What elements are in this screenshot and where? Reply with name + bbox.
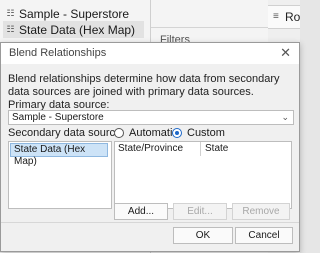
datasource-label: State Data (Hex Map) (19, 22, 136, 37)
dialog-titlebar[interactable]: Blend Relationships ✕ (1, 43, 299, 64)
rows-shelf[interactable]: ≡ Ro (268, 5, 300, 29)
ok-button[interactable]: OK (173, 227, 233, 244)
database-icon: ☷ (6, 24, 15, 34)
primary-source-select[interactable]: Sample - Superstore ⌄ (8, 110, 294, 125)
close-icon[interactable]: ✕ (280, 45, 291, 61)
dialog-footer-divider (1, 222, 299, 223)
dialog-title: Blend Relationships (9, 47, 107, 59)
database-icon: ☷ (6, 8, 15, 18)
radio-circle-selected (172, 128, 182, 138)
pages-divider (151, 27, 268, 28)
datasource-label: Sample - Superstore (19, 6, 130, 21)
radio-custom[interactable]: Custom (172, 126, 225, 140)
radio-automatic-label: Automatic (129, 127, 178, 139)
column-header-secondary[interactable]: State (202, 142, 291, 156)
edit-button[interactable]: Edit... (173, 203, 227, 220)
datasource-item-state-data[interactable]: ☷ State Data (Hex Map) (3, 21, 144, 38)
cancel-button[interactable]: Cancel (235, 227, 293, 244)
dialog-description: Blend relationships determine how data f… (8, 73, 280, 98)
radio-automatic[interactable]: Automatic (114, 126, 178, 140)
add-button[interactable]: Add... (114, 203, 168, 220)
rows-shelf-label: Ro (285, 10, 301, 24)
datasource-item-superstore[interactable]: ☷ Sample - Superstore (6, 5, 129, 22)
radio-custom-label: Custom (187, 127, 225, 139)
secondary-source-list[interactable]: State Data (Hex Map) (8, 141, 112, 209)
list-item[interactable]: State Data (Hex Map) (10, 143, 108, 167)
field-mapping-table[interactable]: State/Province State (114, 141, 292, 209)
remove-button[interactable]: Remove (232, 203, 290, 220)
chevron-down-icon: ⌄ (281, 112, 289, 122)
radio-circle (114, 128, 124, 138)
blend-relationships-dialog: Blend Relationships ✕ Blend relationship… (0, 42, 300, 252)
primary-source-value: Sample - Superstore (12, 112, 104, 123)
rows-icon: ≡ (273, 11, 279, 22)
column-header-primary[interactable]: State/Province (115, 142, 201, 156)
secondary-source-label: Secondary data source: (8, 127, 125, 139)
